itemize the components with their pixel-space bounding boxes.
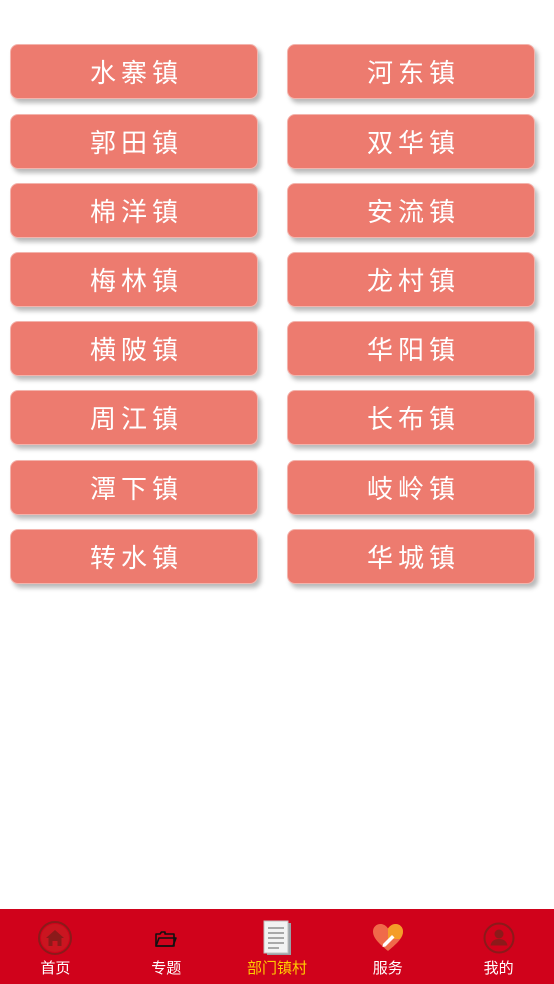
town-button[interactable]: 长布镇 bbox=[287, 390, 535, 445]
town-button[interactable]: 华城镇 bbox=[287, 529, 535, 584]
town-button[interactable]: 潭下镇 bbox=[10, 460, 258, 515]
town-button[interactable]: 双华镇 bbox=[287, 114, 535, 169]
document-icon bbox=[263, 920, 291, 955]
town-button[interactable]: 棉洋镇 bbox=[10, 183, 258, 238]
home-icon bbox=[38, 921, 73, 955]
tab-label: 服务 bbox=[372, 959, 403, 977]
tab-label: 专题 bbox=[151, 959, 182, 977]
tab-topics[interactable]: 专题 bbox=[111, 909, 222, 984]
town-button[interactable]: 水寨镇 bbox=[10, 44, 258, 99]
town-button[interactable]: 安流镇 bbox=[287, 183, 535, 238]
folder-icon bbox=[155, 931, 177, 947]
tab-mine[interactable]: 我的 bbox=[443, 909, 554, 984]
town-button[interactable]: 岐岭镇 bbox=[287, 460, 535, 515]
town-button[interactable]: 转水镇 bbox=[10, 529, 258, 584]
town-button[interactable]: 横陂镇 bbox=[10, 321, 258, 376]
town-button[interactable]: 郭田镇 bbox=[10, 114, 258, 169]
tab-label: 我的 bbox=[483, 959, 514, 977]
bottom-tab-bar: 首页 专题 部门镇村 服务 我的 bbox=[0, 909, 554, 984]
tab-home[interactable]: 首页 bbox=[0, 909, 111, 984]
town-button[interactable]: 周江镇 bbox=[10, 390, 258, 445]
town-button[interactable]: 梅林镇 bbox=[10, 252, 258, 307]
town-button[interactable]: 河东镇 bbox=[287, 44, 535, 99]
user-icon bbox=[483, 922, 515, 954]
tab-label: 部门镇村 bbox=[246, 959, 307, 977]
town-button[interactable]: 华阳镇 bbox=[287, 321, 535, 376]
tab-service[interactable]: 服务 bbox=[332, 909, 443, 984]
town-button[interactable]: 龙村镇 bbox=[287, 252, 535, 307]
heart-icon bbox=[372, 924, 403, 951]
tab-label: 首页 bbox=[40, 959, 71, 977]
tab-departments[interactable]: 部门镇村 bbox=[222, 909, 333, 984]
